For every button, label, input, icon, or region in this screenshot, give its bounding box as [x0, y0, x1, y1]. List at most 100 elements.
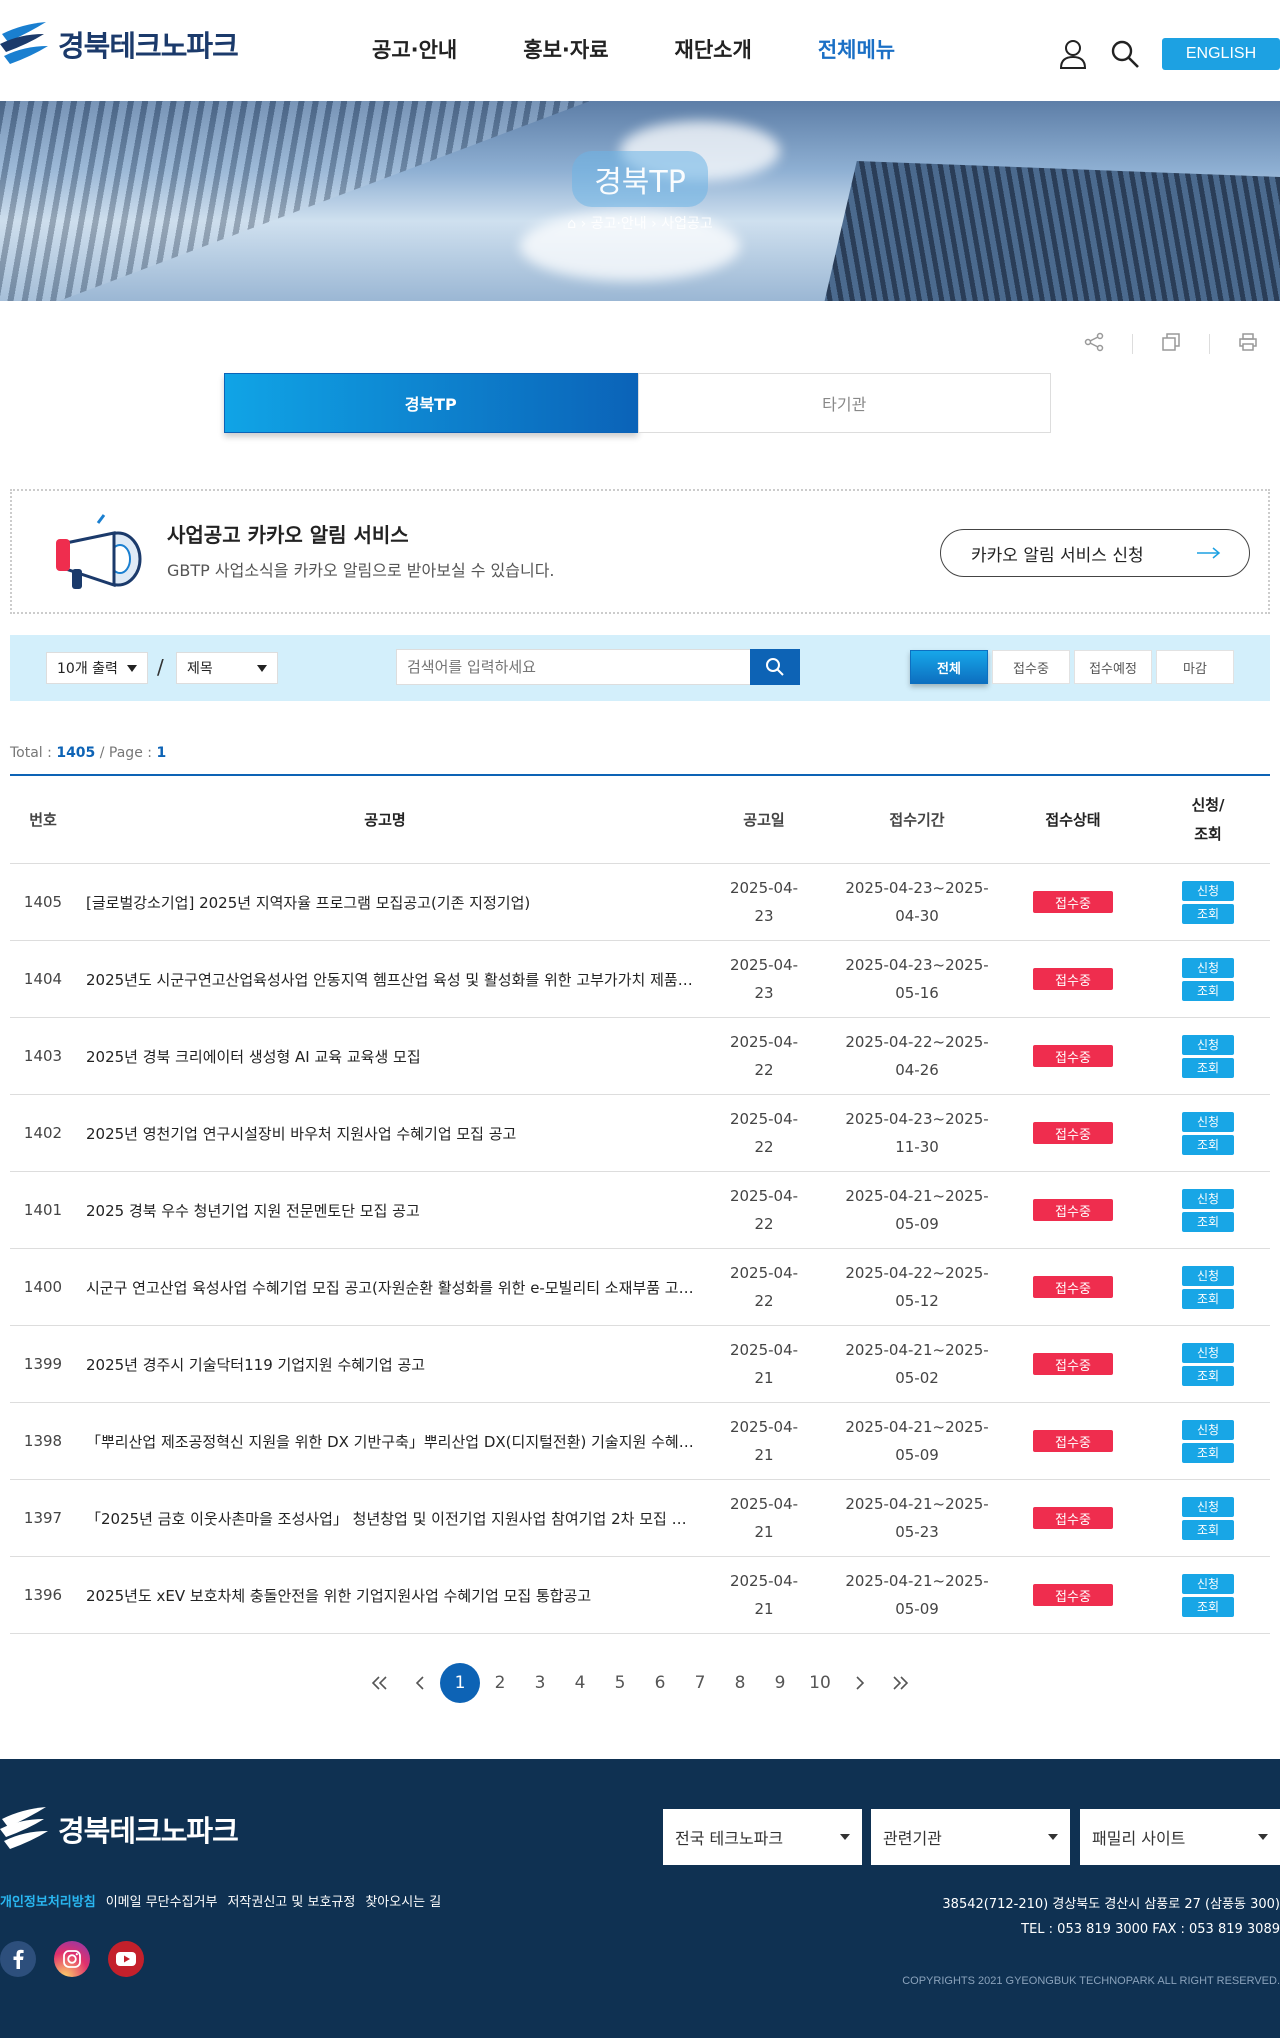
select-family-label: 패밀리 사이트 — [1092, 1829, 1186, 1848]
email-refusal-link[interactable]: 이메일 무단수집거부 — [106, 1891, 218, 1910]
per-page-select[interactable]: 10개 출력 — [46, 652, 148, 684]
row-actions: 신청 조회 — [1146, 1111, 1270, 1155]
instagram-icon[interactable] — [54, 1941, 90, 1977]
view-button[interactable]: 조회 — [1182, 1134, 1234, 1155]
page-number[interactable]: 6 — [640, 1663, 680, 1703]
breadcrumb-item[interactable]: 사업공고 — [661, 216, 713, 232]
first-page-icon[interactable] — [360, 1663, 400, 1703]
site-logo[interactable]: 경북테크노파크 — [0, 20, 239, 68]
user-icon[interactable] — [1058, 38, 1088, 70]
search-input[interactable] — [396, 649, 760, 685]
search-icon[interactable] — [1110, 38, 1140, 70]
apply-button[interactable]: 신청 — [1182, 1573, 1234, 1594]
row-title-link[interactable]: 2025 경북 우수 청년기업 지원 전문멘토단 모집 공고 — [76, 1200, 694, 1221]
nav-item-all-menu[interactable]: 전체메뉴 — [818, 34, 895, 64]
share-icon[interactable] — [1084, 332, 1104, 356]
row-title-link[interactable]: 2025년 경북 크리에이터 생성형 AI 교육 교육생 모집 — [76, 1046, 694, 1067]
row-title-link[interactable]: 2025년도 xEV 보호차체 충돌안전을 위한 기업지원사업 수혜기업 모집 … — [76, 1585, 694, 1606]
apply-button[interactable]: 신청 — [1182, 957, 1234, 978]
select-technopark[interactable]: 전국 테크노파크 — [663, 1809, 862, 1865]
status-tab-upcoming[interactable]: 접수예정 — [1074, 650, 1152, 684]
row-period-line1: 2025-04-23~2025- — [845, 956, 989, 974]
page-number[interactable]: 1 — [440, 1663, 480, 1703]
status-tab-all[interactable]: 전체 — [910, 650, 988, 684]
view-button[interactable]: 조회 — [1182, 1442, 1234, 1463]
row-title-link[interactable]: 2025년 경주시 기술닥터119 기업지원 수혜기업 공고 — [76, 1354, 694, 1375]
row-actions: 신청 조회 — [1146, 1573, 1270, 1617]
row-date: 2025-04- 21 — [694, 1567, 834, 1623]
status-tab-open[interactable]: 접수중 — [992, 650, 1070, 684]
page-number[interactable]: 5 — [600, 1663, 640, 1703]
nav-item-notice[interactable]: 공고·안내 — [372, 34, 457, 64]
table-row: 1401 2025 경북 우수 청년기업 지원 전문멘토단 모집 공고 2025… — [10, 1172, 1270, 1249]
search-button[interactable] — [750, 649, 800, 685]
select-family-site[interactable]: 패밀리 사이트 — [1080, 1809, 1280, 1865]
privacy-policy-link[interactable]: 개인정보처리방침 — [0, 1891, 96, 1910]
row-date: 2025-04- 21 — [694, 1336, 834, 1392]
row-status-cell: 접수중 — [1000, 1199, 1146, 1221]
page-number[interactable]: 9 — [760, 1663, 800, 1703]
copy-icon[interactable] — [1161, 332, 1181, 356]
home-icon[interactable]: ⌂ — [567, 216, 576, 232]
directions-link[interactable]: 찾아오시는 길 — [365, 1891, 441, 1910]
row-title-link[interactable]: 2025년도 시군구연고산업육성사업 안동지역 헴프산업 육성 및 활성화를 위… — [76, 969, 694, 990]
view-button[interactable]: 조회 — [1182, 1057, 1234, 1078]
row-title-link[interactable]: 「2025년 금호 이웃사촌마을 조성사업」 청년창업 및 이전기업 지원사업 … — [76, 1508, 694, 1529]
row-title-link[interactable]: 2025년 영천기업 연구시설장비 바우처 지원사업 수혜기업 모집 공고 — [76, 1123, 694, 1144]
page-number[interactable]: 4 — [560, 1663, 600, 1703]
last-page-icon[interactable] — [880, 1663, 920, 1703]
youtube-icon[interactable] — [108, 1941, 144, 1977]
footer-logo[interactable]: 경북테크노파크 — [0, 1805, 239, 1853]
search-field-value: 제목 — [187, 661, 213, 677]
row-actions: 신청 조회 — [1146, 1034, 1270, 1078]
row-period-line1: 2025-04-21~2025- — [845, 1495, 989, 1513]
view-button[interactable]: 조회 — [1182, 1288, 1234, 1309]
row-title-link[interactable]: [글로벌강소기업] 2025년 지역자율 프로그램 모집공고(기존 지정기업) — [76, 892, 694, 913]
page-number[interactable]: 10 — [800, 1663, 840, 1703]
view-button[interactable]: 조회 — [1182, 980, 1234, 1001]
english-button[interactable]: ENGLISH — [1162, 38, 1280, 70]
facebook-icon[interactable] — [0, 1941, 36, 1977]
apply-button[interactable]: 신청 — [1182, 1188, 1234, 1209]
apply-button[interactable]: 신청 — [1182, 880, 1234, 901]
page-number[interactable]: 2 — [480, 1663, 520, 1703]
row-number: 1404 — [23, 970, 63, 988]
row-status-cell: 접수중 — [1000, 1122, 1146, 1144]
search-field-select[interactable]: 제목 — [176, 652, 278, 684]
view-button[interactable]: 조회 — [1182, 1211, 1234, 1232]
apply-button[interactable]: 신청 — [1182, 1496, 1234, 1517]
view-button[interactable]: 조회 — [1182, 1519, 1234, 1540]
row-title-link[interactable]: 시군구 연고산업 육성사업 수혜기업 모집 공고(자원순환 활성화를 위한 e-… — [76, 1277, 694, 1298]
row-title-link[interactable]: 「뿌리산업 제조공정혁신 지원을 위한 DX 기반구축」뿌리산업 DX(디지털전… — [76, 1431, 694, 1452]
nav-item-pr[interactable]: 홍보·자료 — [523, 34, 608, 64]
apply-button[interactable]: 신청 — [1182, 1111, 1234, 1132]
page-number[interactable]: 8 — [720, 1663, 760, 1703]
copyright-policy-link[interactable]: 저작권신고 및 보호규정 — [227, 1891, 355, 1910]
kakao-button-label: 카카오 알림 서비스 신청 — [971, 545, 1144, 566]
page-number[interactable]: 3 — [520, 1663, 560, 1703]
next-page-icon[interactable] — [840, 1663, 880, 1703]
nav-item-about[interactable]: 재단소개 — [675, 34, 752, 64]
page-number[interactable]: 7 — [680, 1663, 720, 1703]
apply-button[interactable]: 신청 — [1182, 1265, 1234, 1286]
prev-page-icon[interactable] — [400, 1663, 440, 1703]
apply-button[interactable]: 신청 — [1182, 1419, 1234, 1440]
view-button[interactable]: 조회 — [1182, 1365, 1234, 1386]
tab-gbtp[interactable]: 경북TP — [224, 373, 638, 433]
status-badge: 접수중 — [1033, 1584, 1113, 1606]
kakao-subscribe-button[interactable]: 카카오 알림 서비스 신청 — [940, 529, 1250, 577]
select-related[interactable]: 관련기관 — [871, 1809, 1070, 1865]
print-icon[interactable] — [1238, 332, 1258, 356]
apply-button[interactable]: 신청 — [1182, 1034, 1234, 1055]
tab-other-org[interactable]: 타기관 — [637, 373, 1051, 433]
page-banner: 경북TP ⌂ › 공고·안내 › 사업공고 — [0, 101, 1280, 301]
status-tab-closed[interactable]: 마감 — [1156, 650, 1234, 684]
row-date-line1: 2025-04- — [729, 1110, 799, 1128]
row-period-line1: 2025-04-21~2025- — [845, 1418, 989, 1436]
view-button[interactable]: 조회 — [1182, 903, 1234, 924]
apply-button[interactable]: 신청 — [1182, 1342, 1234, 1363]
kakao-description: GBTP 사업소식을 카카오 알림으로 받아보실 수 있습니다. — [167, 561, 555, 580]
view-button[interactable]: 조회 — [1182, 1596, 1234, 1617]
row-period-line1: 2025-04-23~2025- — [845, 879, 989, 897]
breadcrumb-item[interactable]: 공고·안내 — [591, 216, 647, 232]
